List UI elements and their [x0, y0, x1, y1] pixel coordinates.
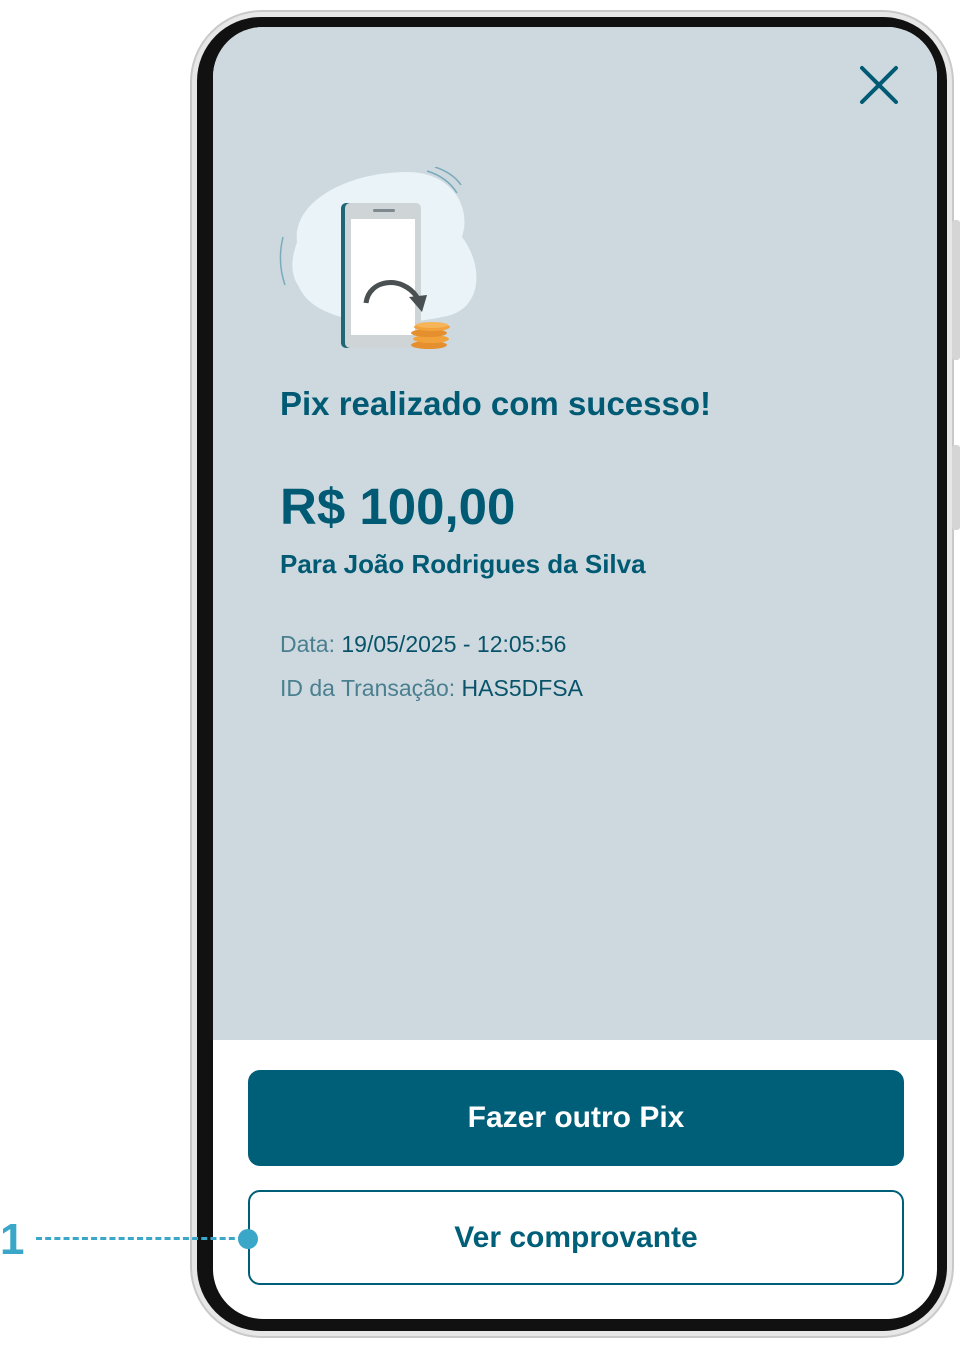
callout-number: 1 — [0, 1215, 25, 1264]
callout-dot — [238, 1229, 258, 1249]
success-content: Pix realizado com sucesso! R$ 100,00 Par… — [213, 27, 937, 1040]
phone-side-button — [952, 220, 960, 360]
close-button[interactable] — [853, 59, 905, 111]
transaction-id-value: HAS5DFSA — [461, 675, 583, 701]
view-receipt-button[interactable]: Ver comprovante — [248, 1190, 904, 1285]
callout-line — [36, 1237, 244, 1240]
page-title: Pix realizado com sucesso! — [280, 385, 712, 422]
recipient-name: Para João Rodrigues da Silva — [280, 549, 646, 579]
phone-screen: Pix realizado com sucesso! R$ 100,00 Par… — [213, 27, 937, 1319]
phone-transfer-illustration — [279, 167, 477, 349]
new-pix-button[interactable]: Fazer outro Pix — [248, 1070, 904, 1166]
transaction-id-label: ID da Transação: — [280, 675, 456, 701]
phone-side-button — [952, 445, 960, 530]
close-icon — [860, 66, 898, 104]
transaction-id-row: ID da Transação: HAS5DFSA — [280, 675, 583, 702]
date-value: 19/05/2025 - 12:05:56 — [341, 631, 567, 657]
transfer-amount: R$ 100,00 — [280, 478, 516, 535]
date-label: Data: — [280, 631, 335, 657]
date-row: Data: 19/05/2025 - 12:05:56 — [280, 631, 566, 658]
